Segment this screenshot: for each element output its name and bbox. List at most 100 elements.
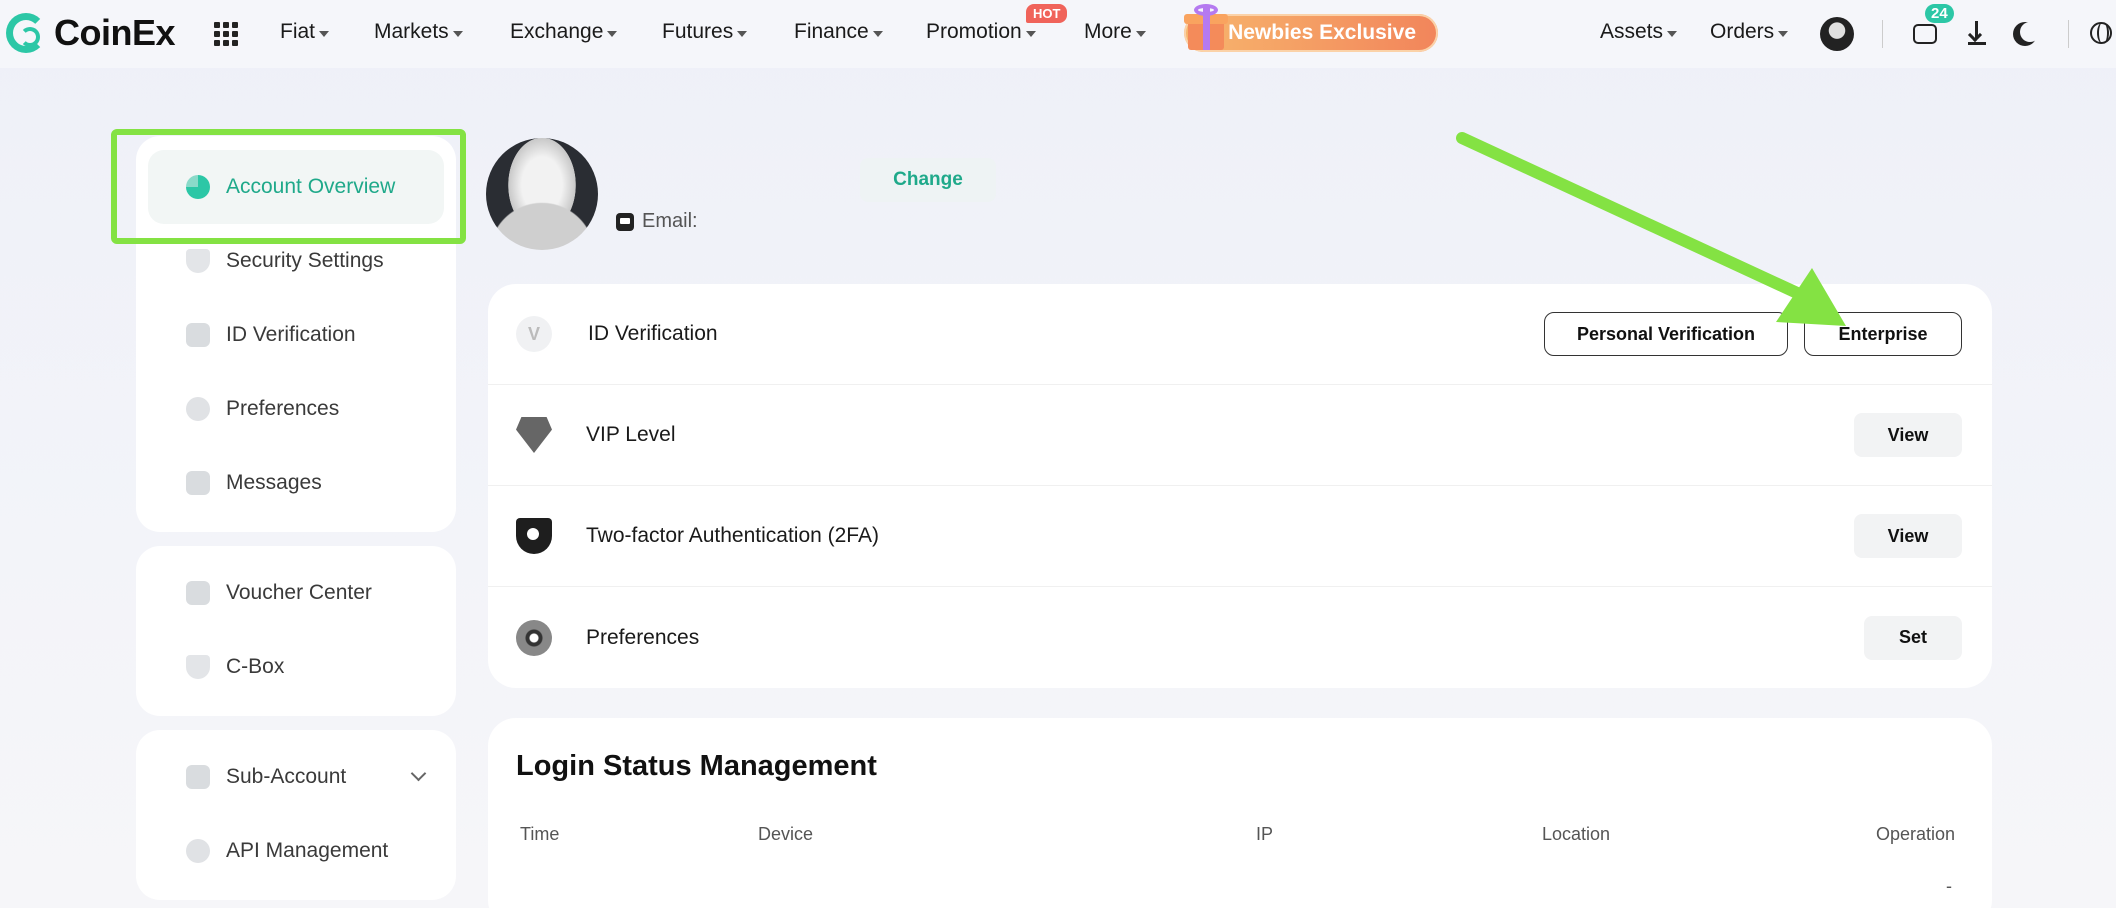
nav-more[interactable]: More	[1084, 20, 1146, 44]
nav-promotion-label: Promotion	[926, 20, 1022, 43]
nav-finance-label: Finance	[794, 20, 869, 43]
column-header-ip: IP	[1256, 824, 1274, 844]
row-label: Preferences	[586, 625, 700, 649]
nav-markets-label: Markets	[374, 20, 449, 43]
sidebar-item-preferences[interactable]: Preferences	[148, 372, 444, 446]
voucher-icon	[186, 581, 210, 605]
sidebar-item-messages[interactable]: Messages	[148, 446, 444, 520]
enterprise-button[interactable]: Enterprise	[1804, 312, 1962, 356]
messages-icon	[186, 471, 210, 495]
sidebar-item-label: C-Box	[226, 655, 285, 678]
row-preferences: Preferences Set	[488, 587, 1992, 688]
row-label: Two-factor Authentication (2FA)	[586, 524, 879, 547]
sidebar-item-label: ID Verification	[226, 323, 356, 346]
nav-fiat-label: Fiat	[280, 20, 316, 43]
sidebar-item-label: Security Settings	[226, 249, 384, 272]
chevron-down-icon	[737, 30, 748, 37]
chevron-down-icon	[607, 30, 618, 37]
cbox-icon	[186, 655, 210, 679]
sidebar-item-label: API Management	[226, 839, 389, 862]
gift-icon	[1184, 4, 1228, 52]
nav-markets[interactable]: Markets	[374, 20, 463, 44]
chevron-down-icon[interactable]	[410, 768, 428, 786]
chevron-down-icon	[1025, 30, 1036, 37]
row-label: VIP Level	[586, 423, 676, 446]
nav-more-label: More	[1084, 20, 1132, 43]
id-icon	[186, 323, 210, 347]
email-label: Email:	[642, 210, 698, 232]
download-icon[interactable]	[1962, 18, 1992, 48]
login-status-card: Login Status Management Time Device IP L…	[488, 718, 1992, 908]
verification-icon: V	[516, 316, 552, 352]
sidebar-item-label: Messages	[226, 471, 322, 494]
divider	[1882, 20, 1883, 48]
nav-fiat[interactable]: Fiat	[280, 20, 330, 44]
sidebar-rewards-group: Voucher Center C-Box	[136, 546, 456, 716]
chevron-down-icon	[319, 30, 330, 37]
row-vip-level: VIP Level View	[488, 385, 1992, 486]
nav-exchange[interactable]: Exchange	[510, 20, 618, 44]
preferences-set-button[interactable]: Set	[1864, 615, 1962, 660]
message-count-badge: 24	[1925, 4, 1954, 23]
email-icon	[616, 212, 634, 231]
chevron-down-icon	[1778, 30, 1789, 37]
nav-exchange-label: Exchange	[510, 20, 604, 43]
sidebar-api-group: Sub-Account API Management	[136, 730, 456, 900]
moon-icon	[2020, 22, 2040, 42]
arrow-shaft	[1456, 132, 1814, 304]
2fa-view-button[interactable]: View	[1854, 514, 1962, 558]
nav-futures-label: Futures	[662, 20, 734, 43]
column-header-operation: Operation	[1876, 824, 1956, 844]
orders-menu[interactable]: Orders	[1710, 20, 1789, 44]
email-row: Email:	[616, 210, 698, 233]
chevron-down-icon	[452, 30, 463, 37]
divider	[2068, 20, 2069, 48]
sub-account-icon	[186, 765, 210, 789]
vip-gem-icon	[516, 417, 552, 453]
nav-futures[interactable]: Futures	[662, 20, 748, 44]
sidebar-item-id-verification[interactable]: ID Verification	[148, 298, 444, 372]
user-avatar[interactable]	[1820, 17, 1854, 51]
shield-icon	[186, 249, 210, 273]
operation-cell: -	[1946, 876, 1952, 896]
nav-promotion[interactable]: Promotion	[926, 20, 1036, 44]
newbies-exclusive-label: Newbies Exclusive	[1228, 21, 1416, 44]
api-icon	[186, 839, 210, 863]
coinex-logo-icon	[6, 13, 46, 53]
sidebar-item-label: Sub-Account	[226, 765, 347, 788]
column-header-time: Time	[520, 824, 560, 844]
sidebar-item-api-management[interactable]: API Management	[148, 814, 444, 888]
change-button[interactable]: Change	[860, 158, 996, 202]
gear-icon	[516, 619, 552, 656]
sidebar-item-c-box[interactable]: C-Box	[148, 630, 444, 704]
personal-verification-button[interactable]: Personal Verification	[1544, 312, 1788, 356]
apps-grid-icon[interactable]	[214, 22, 238, 46]
hot-badge: HOT	[1026, 4, 1068, 23]
login-status-title: Login Status Management	[516, 750, 877, 782]
sidebar-item-voucher-center[interactable]: Voucher Center	[148, 556, 444, 630]
assets-label: Assets	[1600, 20, 1664, 43]
account-settings-card: V ID Verification Personal Verification …	[488, 284, 1992, 688]
message-icon	[1913, 24, 1937, 44]
language-selector[interactable]	[2088, 18, 2116, 48]
brand-name: CoinEx	[54, 12, 176, 53]
column-header-device: Device	[758, 824, 814, 844]
annotation-highlight-box	[111, 129, 466, 244]
chevron-down-icon	[872, 30, 883, 37]
vip-view-button[interactable]: View	[1854, 413, 1962, 457]
theme-toggle[interactable]	[2010, 18, 2040, 48]
chevron-down-icon	[1667, 30, 1678, 37]
row-label: ID Verification	[588, 322, 718, 345]
row-id-verification: V ID Verification Personal Verification …	[488, 284, 1992, 385]
globe-icon	[2090, 22, 2112, 44]
nav-finance[interactable]: Finance	[794, 20, 883, 44]
security-shield-icon	[516, 518, 552, 554]
sidebar-item-sub-account[interactable]: Sub-Account	[148, 740, 444, 814]
chevron-down-icon	[1135, 30, 1146, 37]
sidebar-item-label: Voucher Center	[226, 581, 372, 604]
coinex-logo[interactable]: CoinEx	[6, 12, 176, 54]
profile-avatar[interactable]	[486, 138, 598, 250]
assets-menu[interactable]: Assets	[1600, 20, 1678, 44]
sidebar-item-label: Preferences	[226, 397, 340, 420]
row-2fa: Two-factor Authentication (2FA) View	[488, 486, 1992, 587]
